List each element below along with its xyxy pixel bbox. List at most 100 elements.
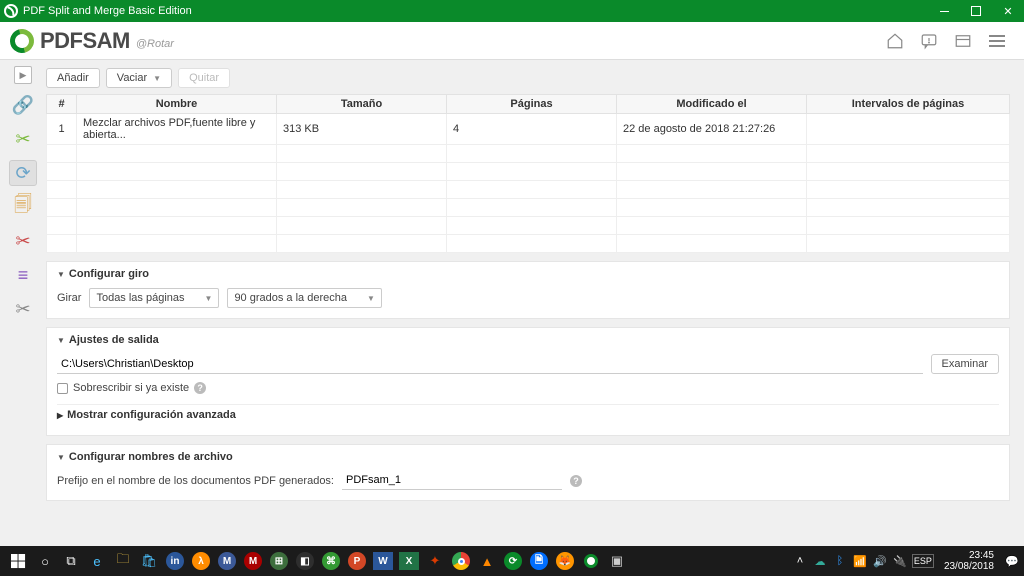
home-icon xyxy=(886,32,904,50)
taskbar-terminal[interactable]: ▣ xyxy=(604,548,630,574)
col-name[interactable]: Nombre xyxy=(77,95,277,114)
browse-button[interactable]: Examinar xyxy=(931,354,999,374)
sidebar: ▶ 🔗 ✂ ⟳ 🗐 ✂ ≡ ✂ xyxy=(0,60,46,546)
cell-idx: 1 xyxy=(47,114,77,145)
tray-time: 23:45 xyxy=(944,550,994,561)
taskbar-app[interactable]: ⟳ xyxy=(500,548,526,574)
help-icon[interactable]: ? xyxy=(194,382,206,394)
filename-header[interactable]: Configurar nombres de archivo xyxy=(57,451,999,463)
rotate-header[interactable]: Configurar giro xyxy=(57,268,999,280)
taskbar-app[interactable]: λ xyxy=(188,548,214,574)
rotate-title: Configurar giro xyxy=(69,268,149,280)
home-button[interactable] xyxy=(880,26,910,56)
cut-tree-icon: ✂ xyxy=(15,231,30,252)
rotate-angle-select[interactable]: 90 grados a la derecha▼ xyxy=(227,288,381,308)
tray-notifications[interactable]: 💬 xyxy=(1004,555,1020,568)
prefix-label: Prefijo en el nombre de los documentos P… xyxy=(57,475,334,487)
window-icon xyxy=(954,32,972,50)
clear-button[interactable]: Vaciar▼ xyxy=(106,68,172,88)
app-logo-icon xyxy=(10,29,34,53)
cell-name: Mezclar archivos PDF,fuente libre y abie… xyxy=(77,114,277,145)
rotate-angle-value: 90 grados a la derecha xyxy=(234,292,347,304)
tray-wifi-icon[interactable]: 📶 xyxy=(852,555,868,568)
app-name-pdf: PDF xyxy=(40,28,83,54)
windows-taskbar: ○ ⧉ e 🗀 🛍 in λ M M ⊞ ◧ ⌘ P W X ✦ ▲ ⟳ 🗎 🦊… xyxy=(0,546,1024,576)
taskbar-app[interactable]: ⌘ xyxy=(318,548,344,574)
window-title: PDF Split and Merge Basic Edition xyxy=(23,5,928,17)
taskbar-app[interactable]: 🗎 xyxy=(526,548,552,574)
sidebar-expand-button[interactable]: ▶ xyxy=(14,66,32,84)
table-row[interactable]: 1 Mezclar archivos PDF,fuente libre y ab… xyxy=(47,114,1010,145)
sidebar-split-bookmarks[interactable]: ✂ xyxy=(9,228,37,254)
window-minimize-button[interactable] xyxy=(928,0,960,22)
add-button-label: Añadir xyxy=(57,72,89,84)
overwrite-checkbox[interactable] xyxy=(57,383,68,394)
rotate-icon: ⟳ xyxy=(15,163,30,184)
taskbar-excel[interactable]: X xyxy=(396,548,422,574)
taskbar-cortana[interactable]: ○ xyxy=(32,548,58,574)
taskbar-app[interactable]: M xyxy=(240,548,266,574)
scissors-icon: ✂ xyxy=(15,129,30,150)
taskbar-app[interactable]: M xyxy=(214,548,240,574)
taskbar-firefox[interactable]: 🦊 xyxy=(552,548,578,574)
log-button[interactable] xyxy=(948,26,978,56)
output-header[interactable]: Ajustes de salida xyxy=(57,334,999,346)
prefix-field[interactable] xyxy=(342,471,562,490)
app-header: PDFSAM @Rotar xyxy=(0,22,1024,60)
sidebar-alternate[interactable]: ≡ xyxy=(9,262,37,288)
file-table: # Nombre Tamaño Páginas Modificado el In… xyxy=(46,94,1010,253)
news-button[interactable] xyxy=(914,26,944,56)
cell-size: 313 KB xyxy=(277,114,447,145)
main-content: Añadir Vaciar▼ Quitar # Nombre Tamaño Pá… xyxy=(46,60,1024,546)
tray-clock[interactable]: 23:45 23/08/2018 xyxy=(944,550,994,572)
sidebar-split-size[interactable]: ✂ xyxy=(9,296,37,322)
tray-power-icon[interactable]: 🔌 xyxy=(892,555,908,568)
cell-pages: 4 xyxy=(447,114,617,145)
advanced-toggle[interactable]: Mostrar configuración avanzada xyxy=(57,404,999,425)
col-idx[interactable]: # xyxy=(47,95,77,114)
sidebar-extract[interactable]: 🗐 xyxy=(9,194,37,220)
help-icon[interactable]: ? xyxy=(570,475,582,487)
sidebar-rotate[interactable]: ⟳ xyxy=(9,160,37,186)
rotate-scope-value: Todas las páginas xyxy=(96,292,184,304)
taskbar-store[interactable]: 🛍 xyxy=(136,548,162,574)
sidebar-split[interactable]: ✂ xyxy=(9,126,37,152)
taskbar-app[interactable]: ◧ xyxy=(292,548,318,574)
tray-lang[interactable]: ESP xyxy=(912,554,934,568)
advanced-label: Mostrar configuración avanzada xyxy=(67,409,236,421)
tray-bt-icon[interactable]: ᛒ xyxy=(832,555,848,567)
taskbar-explorer[interactable]: 🗀 xyxy=(110,548,136,574)
taskbar-taskview[interactable]: ⧉ xyxy=(58,548,84,574)
pages-icon: 🗐 xyxy=(14,192,32,222)
taskbar-app[interactable]: P xyxy=(344,548,370,574)
taskbar-edge[interactable]: e xyxy=(84,548,110,574)
taskbar-vlc[interactable]: ▲ xyxy=(474,548,500,574)
taskbar-app[interactable]: ✦ xyxy=(422,548,448,574)
window-close-button[interactable] xyxy=(992,0,1024,22)
output-path-field[interactable] xyxy=(57,355,923,374)
filename-section: Configurar nombres de archivo Prefijo en… xyxy=(46,444,1010,501)
app-logo: PDFSAM xyxy=(10,28,130,54)
taskbar-chrome[interactable] xyxy=(448,548,474,574)
remove-button[interactable]: Quitar xyxy=(178,68,230,88)
col-size[interactable]: Tamaño xyxy=(277,95,447,114)
col-pages[interactable]: Páginas xyxy=(447,95,617,114)
sidebar-merge[interactable]: 🔗 xyxy=(9,92,37,118)
add-button[interactable]: Añadir xyxy=(46,68,100,88)
taskbar-app[interactable]: ⊞ xyxy=(266,548,292,574)
window-maximize-button[interactable] xyxy=(960,0,992,22)
rotate-scope-select[interactable]: Todas las páginas▼ xyxy=(89,288,219,308)
start-button[interactable] xyxy=(4,548,32,574)
taskbar-word[interactable]: W xyxy=(370,548,396,574)
tray-cloud-icon[interactable]: ☁ xyxy=(812,555,828,568)
col-modified[interactable]: Modificado el xyxy=(617,95,807,114)
app-name-sam: SAM xyxy=(83,28,130,54)
tray-up-icon[interactable]: ˄ xyxy=(792,555,808,567)
tray-volume-icon[interactable]: 🔊 xyxy=(872,555,888,568)
menu-button[interactable] xyxy=(982,26,1012,56)
taskbar-app[interactable]: in xyxy=(162,548,188,574)
windows-icon xyxy=(11,554,26,569)
taskbar-pdfsam[interactable] xyxy=(578,548,604,574)
col-ranges[interactable]: Intervalos de páginas xyxy=(807,95,1010,114)
window-titlebar: PDF Split and Merge Basic Edition xyxy=(0,0,1024,22)
